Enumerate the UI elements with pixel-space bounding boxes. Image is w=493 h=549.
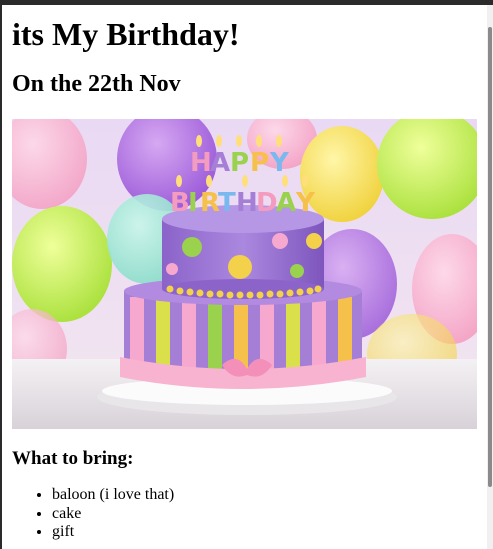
birthday-cake-image: H A P P Y B I R T H D A Y — [12, 119, 477, 429]
page-subtitle: On the 22th Nov — [12, 71, 181, 97]
list-item: gift — [52, 523, 174, 542]
svg-text:D: D — [256, 188, 278, 218]
items-list: baloon (i love that) cake gift — [12, 486, 174, 542]
svg-text:P: P — [250, 148, 269, 178]
svg-text:Y: Y — [295, 188, 316, 218]
list-item: cake — [52, 505, 174, 524]
svg-text:H: H — [190, 148, 212, 178]
window-top-border — [0, 0, 493, 5]
window-left-border — [0, 5, 2, 549]
page-title: its My Birthday! — [12, 16, 240, 52]
svg-text:A: A — [276, 188, 296, 218]
vertical-scrollbar[interactable] — [487, 5, 493, 549]
svg-text:A: A — [210, 148, 230, 178]
svg-text:T: T — [218, 188, 236, 218]
svg-text:P: P — [230, 148, 249, 178]
svg-text:H: H — [236, 188, 258, 218]
svg-text:I: I — [188, 188, 198, 218]
list-heading: What to bring: — [12, 448, 134, 469]
scrollbar-thumb[interactable] — [488, 27, 492, 487]
list-item: baloon (i love that) — [52, 486, 174, 505]
svg-text:B: B — [170, 188, 190, 218]
svg-text:Y: Y — [269, 148, 290, 178]
